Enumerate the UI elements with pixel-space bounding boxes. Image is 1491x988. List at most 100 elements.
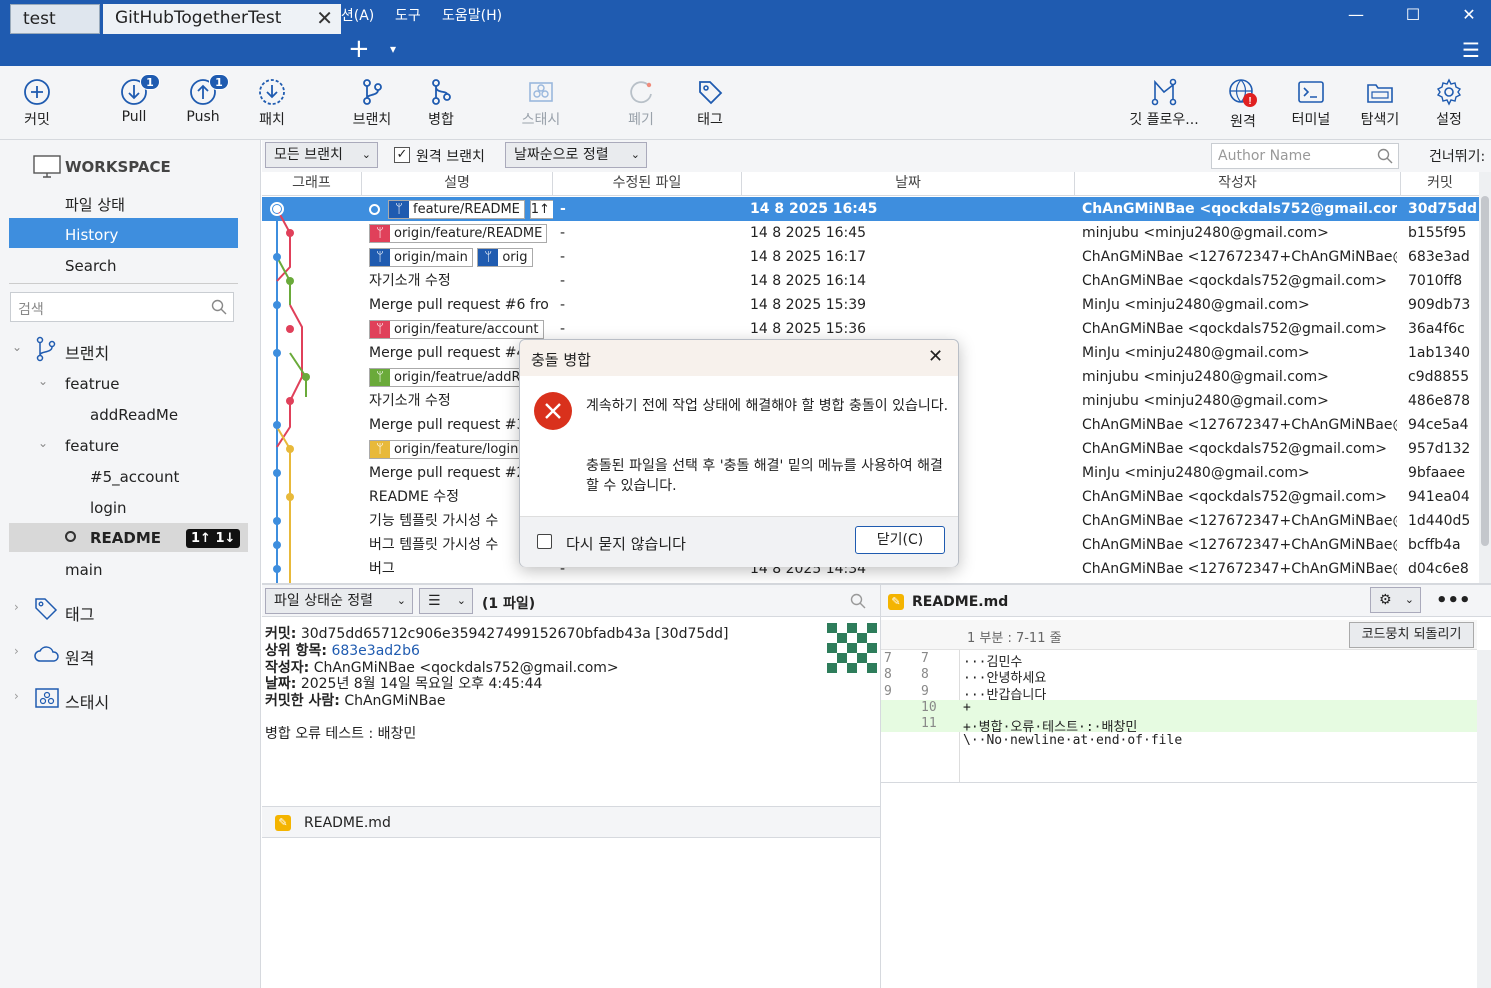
stash-button[interactable]: 스태시 [504, 70, 578, 129]
chevron-down-icon[interactable]: ⌄ [38, 436, 48, 450]
close-tab-icon[interactable]: ✕ [316, 4, 333, 32]
history-row[interactable]: 자기소개 수정 - 14 8 2025 16:14 ChAnGMiNBae <qock… [262, 269, 1479, 293]
branch-tag: ᛘ origin/feature/README [369, 223, 548, 243]
sidebar-search-input[interactable]: 검색 [10, 292, 234, 322]
date-cell: 14 8 2025 16:45 [750, 225, 867, 241]
tab-githubtogethertest[interactable]: GitHubTogetherTest ✕ [103, 4, 341, 34]
git-flow-button[interactable]: 깃 플로우... [1122, 70, 1206, 129]
dialog-close-icon[interactable]: ✕ [928, 346, 943, 367]
history-row[interactable]: ᛘ origin/main ᛘ orig -14 8 2025 16:17 ChAnGM… [262, 245, 1479, 269]
col-changed-files[interactable]: 수정된 파일 [553, 172, 742, 196]
chevron-right-icon[interactable]: › [14, 689, 19, 703]
sidebar-item-feature[interactable]: feature [65, 437, 245, 455]
history-row[interactable]: ᛘ origin/feature/README -14 8 2025 16:45 mi… [262, 221, 1479, 245]
branch-tag: ᛘ origin/featrue/addR [369, 367, 526, 387]
tab-dropdown-icon[interactable]: ▾ [390, 42, 396, 56]
close-button[interactable]: 닫기(C) [855, 526, 945, 554]
commit-button[interactable]: 커밋 [0, 70, 74, 129]
diff-scrollbar[interactable] [1477, 650, 1491, 988]
push-label: Push [186, 109, 220, 125]
menu-item-5[interactable]: 도구 [395, 0, 421, 32]
graph-node [273, 565, 281, 573]
chevron-down-icon[interactable]: ⌄ [38, 374, 48, 388]
chevron-right-icon[interactable]: › [14, 644, 19, 658]
branch-button[interactable]: 브랜치 [335, 70, 409, 129]
revert-hunk-button[interactable]: 코드뭉치 되돌리기 [1349, 622, 1474, 648]
menu-item-6[interactable]: 도움말(H) [442, 0, 502, 32]
col-date[interactable]: 날짜 [742, 172, 1075, 196]
desc-cell: Merge pull request #6 fro [369, 293, 553, 317]
hamburger-menu-icon[interactable]: ☰ [1462, 38, 1480, 62]
commit-label: 커밋 [24, 112, 50, 128]
sidebar-item-main[interactable]: main [65, 561, 245, 579]
maximize-button[interactable]: ☐ [1390, 0, 1436, 32]
tab-test[interactable]: test [10, 4, 100, 34]
sidebar-item-login[interactable]: login [90, 499, 240, 517]
remote-button[interactable]: ! 원격 [1206, 70, 1280, 131]
add-tab-button[interactable]: + [348, 34, 370, 64]
col-graph[interactable]: 그래프 [262, 172, 362, 196]
diff-settings-dropdown[interactable]: ⚙ ⌄ [1370, 587, 1421, 613]
minimize-button[interactable]: — [1333, 0, 1379, 32]
diff-line: 7 7 ···김민수 [881, 651, 1477, 670]
author-filter-input[interactable]: Author Name [1211, 143, 1399, 169]
tag-button[interactable]: 태그 [673, 70, 747, 129]
sidebar-item-addreadme[interactable]: addReadMe [90, 406, 240, 424]
history-row[interactable]: ᛘ feature/README 1↑ - 14 8 2025 16:45 ChAnGM… [262, 197, 1479, 221]
sidebar-item-featrue[interactable]: featrue [65, 375, 245, 393]
committer-line: 커밋한 사람: ChAnGMiNBae [265, 690, 446, 710]
list-icon: ☰ [428, 593, 441, 609]
file-sort-dropdown[interactable]: 파일 상태순 정렬 ⌄ [265, 588, 413, 614]
search-icon[interactable] [850, 593, 866, 609]
tag-icon [35, 598, 58, 621]
history-row[interactable]: ᛘ origin/feature/account -14 8 2025 15:36 C… [262, 317, 1479, 341]
history-scrollbar[interactable] [1479, 172, 1491, 584]
sidebar-readme-label: README [90, 529, 162, 547]
chevron-down-icon[interactable]: ⌄ [12, 340, 22, 354]
sort-dropdown[interactable]: 날짜순으로 정렬 ⌄ [505, 142, 647, 168]
sidebar-stashes-header[interactable]: 스태시 [65, 689, 245, 713]
explorer-button[interactable]: 탐색기 [1343, 70, 1417, 129]
col-description[interactable]: 설명 [362, 172, 553, 196]
patch-button[interactable]: 패치 [235, 70, 309, 129]
author-cell: MinJu <minju2480@gmail.com> [1082, 465, 1310, 481]
changed-cell: - [560, 225, 566, 241]
dropdown-label: 모든 브랜치 [274, 147, 343, 163]
chevron-right-icon[interactable]: › [14, 600, 19, 614]
remote-branches-checkbox[interactable]: ✓ [394, 147, 410, 163]
push-button[interactable]: 1 Push [166, 70, 240, 125]
branch-tag-label: origin/main [394, 249, 468, 265]
col-commit[interactable]: 커밋 [1401, 172, 1479, 196]
graph-node [273, 421, 281, 429]
sidebar-tags-header[interactable]: 태그 [65, 601, 245, 625]
pull-button[interactable]: 1 Pull [97, 70, 171, 125]
ahead-tag: 1↑ [529, 199, 553, 219]
branch-label: 브랜치 [352, 112, 392, 128]
commit-description: 버그 템플릿 가시성 수 [369, 537, 499, 553]
close-window-button[interactable]: ✕ [1446, 0, 1491, 32]
branch-tag: ᛘ origin/feature/account [369, 319, 544, 339]
merge-button[interactable]: 병합 [404, 70, 478, 129]
discard-button[interactable]: 폐기 [604, 70, 678, 129]
file-name: README.md [304, 815, 391, 831]
sidebar-remotes-header[interactable]: 원격 [65, 645, 245, 669]
dropdown-label: 파일 상태순 정렬 [274, 593, 374, 609]
more-options-icon[interactable]: ••• [1436, 590, 1471, 611]
view-mode-dropdown[interactable]: ☰ ⌄ [419, 588, 473, 614]
sidebar-item-file-status[interactable]: 파일 상태 [65, 194, 245, 215]
history-row[interactable]: Merge pull request #6 fro - 14 8 2025 15:3… [262, 293, 1479, 317]
sidebar-item-5-account[interactable]: #5_account [90, 468, 240, 486]
sidebar-branches-header[interactable]: 브랜치 [65, 340, 245, 364]
changed-cell: - [560, 201, 566, 217]
settings-button[interactable]: 설정 [1412, 70, 1486, 129]
dont-ask-checkbox[interactable] [537, 534, 552, 549]
col-author[interactable]: 작성자 [1075, 172, 1401, 196]
sidebar-item-search[interactable]: Search [65, 257, 245, 275]
all-branches-dropdown[interactable]: 모든 브랜치 ⌄ [265, 142, 378, 168]
patch-icon [259, 79, 285, 105]
graph-node [286, 325, 294, 333]
branch-icon: ᛘ [370, 320, 390, 338]
search-icon [1377, 148, 1393, 164]
terminal-button[interactable]: 터미널 [1274, 70, 1348, 129]
commit-description: Merge pull request #6 fro [369, 297, 549, 313]
